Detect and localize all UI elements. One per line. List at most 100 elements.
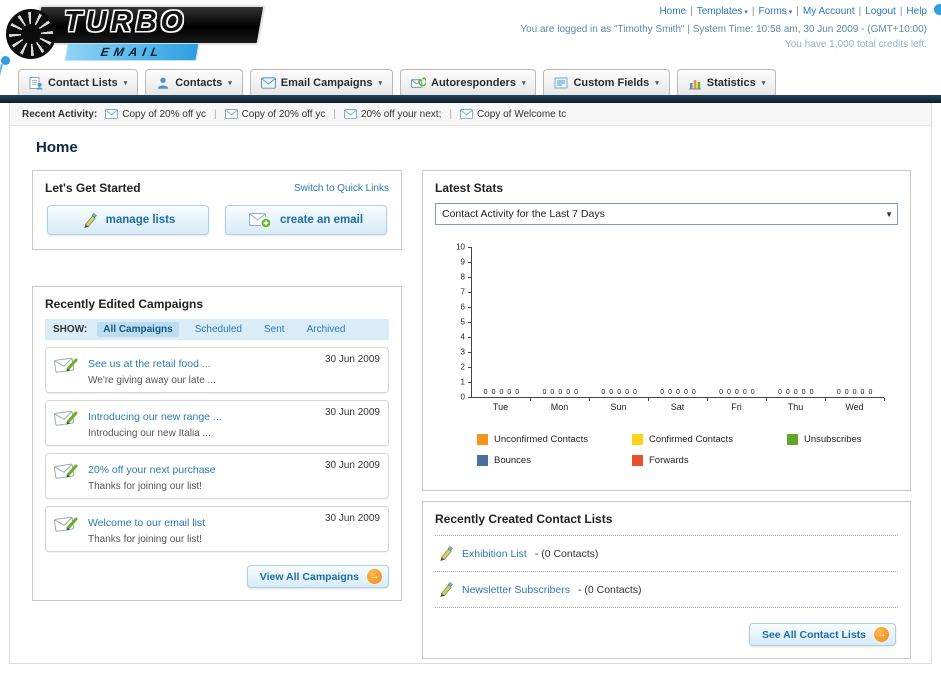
top-link-logout[interactable]: Logout: [865, 6, 896, 17]
latest-stats-title: Latest Stats: [435, 181, 504, 195]
chart-value-label: 0: [617, 389, 622, 396]
filter-scheduled[interactable]: Scheduled: [189, 322, 248, 337]
create-email-button[interactable]: create an email: [225, 205, 387, 235]
chevron-down-icon: ▾: [378, 79, 382, 87]
chart-value-label: 0: [601, 389, 606, 396]
chart-value-label: 0: [660, 389, 665, 396]
chevron-down-icon: ▾: [228, 79, 232, 87]
y-axis-tick-mark: [468, 261, 472, 263]
chart-day-group: 00000: [707, 247, 767, 401]
create-email-icon: [248, 212, 272, 229]
switch-quick-links-link[interactable]: Switch to Quick Links: [294, 183, 389, 194]
y-axis-tick-mark: [468, 276, 472, 278]
y-axis-tick-label: 5: [460, 317, 465, 327]
contact-lists-icon: [29, 76, 43, 90]
contact-list-link[interactable]: Exhibition List: [462, 548, 527, 560]
legend-swatch: [787, 434, 798, 445]
chart-plot-area: 00000000000000000000000000000000000: [472, 247, 885, 401]
x-axis-tick-label: Thu: [787, 402, 804, 412]
y-axis-tick-mark: [468, 291, 472, 293]
tab-label: Statistics: [706, 76, 756, 89]
campaign-title-link[interactable]: Introducing our new range ...: [88, 411, 222, 423]
nav-separator: |: [796, 6, 799, 17]
see-all-contact-lists-button[interactable]: See All Contact Lists →: [748, 623, 896, 646]
view-all-campaigns-label: View All Campaigns: [259, 570, 359, 583]
filter-sent[interactable]: Sent: [258, 322, 291, 337]
top-link-help[interactable]: Help: [906, 6, 927, 17]
manage-lists-button[interactable]: manage lists: [47, 205, 209, 235]
filter-all-campaigns[interactable]: All Campaigns: [97, 322, 179, 337]
y-axis-tick-label: 0: [460, 392, 465, 402]
chart-value-label: 0: [507, 389, 512, 396]
campaign-date: 30 Jun 2009: [324, 513, 380, 524]
chart-value-label: 0: [844, 389, 849, 396]
chevron-down-icon: ▾: [744, 9, 748, 16]
activity-item-label: Copy of 20% off yc: [241, 108, 326, 120]
campaign-title-link[interactable]: See us at the retail food ...: [88, 358, 211, 370]
filter-archived[interactable]: Archived: [301, 322, 352, 337]
campaign-row: See us at the retail food ... We're givin…: [45, 347, 389, 393]
tab-label: Autoresponders: [431, 76, 516, 89]
campaign-title-link[interactable]: 20% off your next purchase: [88, 464, 216, 476]
top-link-templates[interactable]: Templates ▾: [697, 6, 748, 17]
recent-activity-item[interactable]: Copy of Welcome tc: [459, 109, 566, 120]
contact-list-link[interactable]: Newsletter Subscribers: [462, 584, 570, 596]
tab-custom-fields[interactable]: Custom Fields ▾: [543, 69, 670, 95]
campaign-subtitle: We're giving away our late ...: [88, 375, 216, 386]
contacts-icon: [156, 76, 170, 90]
campaign-title-link[interactable]: Welcome to our email list: [88, 517, 205, 529]
turbo-fan-icon: [6, 9, 56, 59]
app-logo: TURBO EMAIL: [6, 4, 274, 61]
tab-label: Contact Lists: [48, 76, 118, 89]
y-axis-tick-mark: [468, 366, 472, 368]
decoration-dot: [934, 4, 941, 15]
activity-separator: |: [333, 108, 336, 120]
chevron-down-icon: ▾: [521, 79, 526, 87]
contact-lists-title: Recently Created Contact Lists: [435, 512, 898, 536]
chart-day-group: 00000: [766, 247, 826, 401]
recent-activity-item[interactable]: 20% off your next;: [343, 109, 441, 120]
legend-swatch: [632, 434, 643, 445]
logo-primary-text: TURBO: [64, 6, 188, 38]
chart-value-label: 0: [491, 389, 496, 396]
page-title: Home: [36, 139, 78, 156]
arrow-right-icon: →: [367, 569, 382, 584]
legend-swatch: [477, 455, 488, 466]
top-link-forms[interactable]: Forms ▾: [758, 6, 792, 17]
header: TURBO EMAIL Home | Templates ▾ | Forms ▾ | My Ac…: [0, 0, 941, 107]
recent-activity-item[interactable]: Copy of 20% off yc: [224, 108, 326, 120]
tab-email-campaigns[interactable]: Email Campaigns ▾: [249, 69, 393, 95]
legend-item-bounces: Bounces: [477, 455, 632, 466]
x-axis-tick-label: Sun: [610, 402, 627, 412]
nav-separator: |: [858, 6, 862, 17]
chart-value-labels: 00000: [825, 389, 884, 396]
campaign-envelope-icon: [54, 460, 80, 482]
tab-contact-lists[interactable]: Contact Lists ▾: [18, 69, 139, 95]
y-axis-tick-label: 2: [460, 362, 465, 372]
stats-period-select[interactable]: Contact Activity for the Last 7 Days ▼: [435, 203, 898, 225]
contact-list-detail: - (0 Contacts): [534, 547, 599, 560]
chart-value-labels: 00000: [707, 389, 766, 396]
recent-activity-bar: Recent Activity: Copy of 20% off yc | Copy…: [10, 103, 931, 126]
campaign-date: 30 Jun 2009: [324, 407, 380, 418]
tab-statistics[interactable]: Statistics ▾: [676, 69, 777, 95]
legend-label: Confirmed Contacts: [649, 434, 733, 445]
legend-label: Unconfirmed Contacts: [494, 434, 588, 445]
chart-value-label: 0: [719, 389, 723, 396]
recent-activity-item[interactable]: Copy of 20% off yc: [105, 109, 206, 120]
chart-value-label: 0: [785, 389, 790, 396]
top-link-my-account[interactable]: My Account: [803, 6, 855, 17]
campaign-subtitle: Introducing our new Italia ...: [88, 428, 211, 439]
chart-value-label: 0: [668, 389, 673, 396]
tab-contacts[interactable]: Contacts ▾: [145, 69, 243, 95]
campaign-texts: Introducing our new range ... Introducing…: [88, 407, 317, 439]
content-frame: Recent Activity: Copy of 20% off yc | Copy…: [9, 103, 932, 664]
tab-autoresponders[interactable]: Autoresponders ▾: [400, 69, 537, 95]
chart-value-label: 0: [676, 389, 680, 396]
view-all-campaigns-button[interactable]: View All Campaigns →: [246, 565, 389, 588]
chevron-down-icon: ▼: [885, 209, 893, 219]
top-link-home[interactable]: Home: [659, 6, 686, 17]
y-axis-tick-label: 10: [456, 242, 465, 252]
chart-value-label: 0: [777, 389, 782, 396]
x-axis-tick-label: Sat: [670, 402, 685, 412]
